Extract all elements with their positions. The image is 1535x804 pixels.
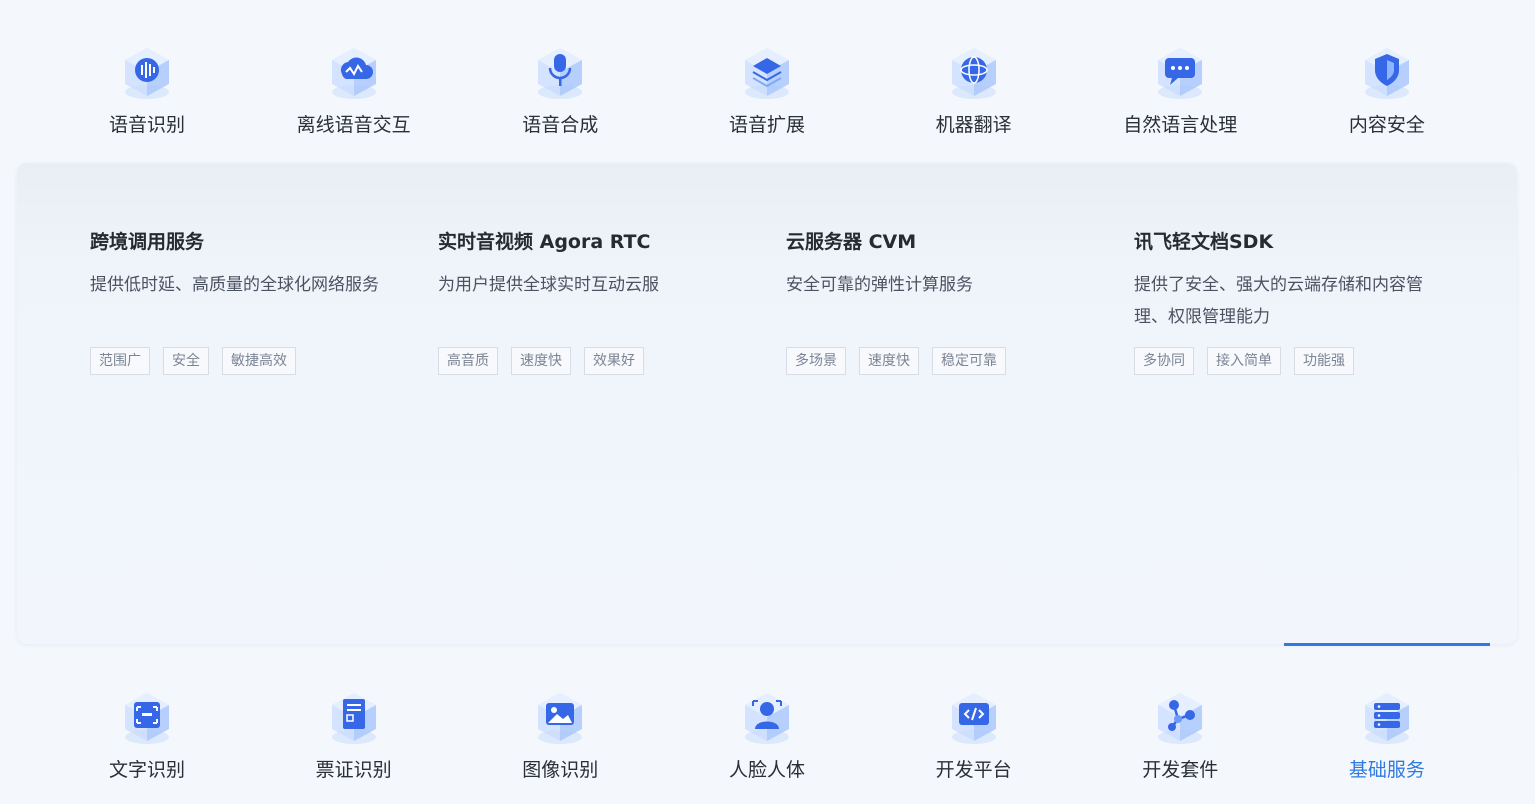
card-description: 提供低时延、高质量的全球化网络服务 xyxy=(90,275,379,295)
tag: 接入简单 xyxy=(1207,347,1281,375)
nav-label: 自然语言处理 xyxy=(1123,114,1238,136)
globe-icon xyxy=(951,48,996,99)
nav-item-offline-voice[interactable]: 离线语音交互 xyxy=(251,40,457,137)
server-stack-icon xyxy=(1364,693,1409,744)
nav-label: 语音扩展 xyxy=(728,114,805,136)
nav-label: 离线语音交互 xyxy=(296,114,411,136)
tag: 速度快 xyxy=(859,347,919,375)
nav-label: 内容安全 xyxy=(1348,114,1425,136)
nav-label: 图像识别 xyxy=(522,759,599,781)
code-screen-icon xyxy=(951,693,996,744)
nav-label: 文字识别 xyxy=(108,759,185,781)
top-category-nav: 语音识别 离线语音交互 语音合成 语音扩展 机器翻译 自然语言处理 内容安全 xyxy=(44,40,1490,137)
card-tags: 多场景 速度快 稳定可靠 xyxy=(786,347,1134,375)
nav-label: 语音识别 xyxy=(108,114,185,136)
nav-item-nlp[interactable]: 自然语言处理 xyxy=(1077,40,1283,137)
card-title[interactable]: 实时音视频 Agora RTC xyxy=(438,227,786,254)
nav-item-machine-translation[interactable]: 机器翻译 xyxy=(871,40,1077,137)
nav-item-dev-kit[interactable]: 开发套件 xyxy=(1077,685,1283,782)
nav-label: 语音合成 xyxy=(522,114,599,136)
card-title[interactable]: 跨境调用服务 xyxy=(90,227,438,254)
tag: 速度快 xyxy=(511,347,571,375)
image-icon xyxy=(538,693,583,744)
service-cards: 跨境调用服务 提供低时延、高质量的全球化网络服务 范围广 安全 敏捷高效 实时音… xyxy=(90,227,1490,375)
service-card[interactable]: 跨境调用服务 提供低时延、高质量的全球化网络服务 范围广 安全 敏捷高效 xyxy=(90,227,438,375)
offline-voice-icon xyxy=(331,48,376,99)
nav-label: 开发平台 xyxy=(935,759,1012,781)
nav-label: 基础服务 xyxy=(1348,759,1425,781)
tag: 安全 xyxy=(163,347,209,375)
nav-item-basic-services[interactable]: 基础服务 xyxy=(1283,643,1490,782)
nav-label: 票证识别 xyxy=(315,759,392,781)
nav-item-voice-recognition[interactable]: 语音识别 xyxy=(44,40,250,137)
card-tags: 高音质 速度快 效果好 xyxy=(438,347,786,375)
chat-bubble-icon xyxy=(1158,48,1203,99)
nav-item-ocr[interactable]: 文字识别 xyxy=(44,685,250,782)
receipt-icon xyxy=(331,693,376,744)
nav-item-speech-synthesis[interactable]: 语音合成 xyxy=(457,40,663,137)
tag: 范围广 xyxy=(90,347,150,375)
microphone-icon xyxy=(538,48,583,99)
tag: 高音质 xyxy=(438,347,498,375)
service-card[interactable]: 实时音视频 Agora RTC 为用户提供全球实时互动云服 高音质 速度快 效果… xyxy=(438,227,786,375)
service-detail-panel: 跨境调用服务 提供低时延、高质量的全球化网络服务 范围广 安全 敏捷高效 实时音… xyxy=(17,163,1517,644)
card-description: 为用户提供全球实时互动云服 xyxy=(438,275,659,295)
service-card[interactable]: 云服务器 CVM 安全可靠的弹性计算服务 多场景 速度快 稳定可靠 xyxy=(786,227,1134,375)
bottom-category-nav: 文字识别 票证识别 图像识别 人脸人体 开发平台 开发套件 基础服务 xyxy=(44,643,1490,782)
molecule-icon xyxy=(1158,693,1203,744)
nav-item-voice-extension[interactable]: 语音扩展 xyxy=(664,40,870,137)
face-icon xyxy=(744,693,789,744)
nav-item-dev-platform[interactable]: 开发平台 xyxy=(871,685,1077,782)
tag: 功能强 xyxy=(1294,347,1354,375)
nav-item-face-body[interactable]: 人脸人体 xyxy=(664,685,870,782)
nav-item-content-security[interactable]: 内容安全 xyxy=(1284,40,1490,137)
card-title[interactable]: 云服务器 CVM xyxy=(786,227,1134,254)
active-tab-indicator xyxy=(1283,643,1490,646)
nav-label: 人脸人体 xyxy=(728,759,805,781)
nav-item-receipt-recognition[interactable]: 票证识别 xyxy=(251,685,457,782)
card-description: 提供了安全、强大的云端存储和内容管理、权限管理能力 xyxy=(1134,275,1423,327)
card-description: 安全可靠的弹性计算服务 xyxy=(786,275,973,295)
tag: 多场景 xyxy=(786,347,846,375)
card-title[interactable]: 讯飞轻文档SDK xyxy=(1134,227,1482,254)
tag: 稳定可靠 xyxy=(932,347,1006,375)
service-card[interactable]: 讯飞轻文档SDK 提供了安全、强大的云端存储和内容管理、权限管理能力 多协同 接… xyxy=(1134,227,1482,375)
card-tags: 多协同 接入简单 功能强 xyxy=(1134,347,1482,375)
text-scan-icon xyxy=(125,693,169,744)
shield-icon xyxy=(1364,48,1409,99)
nav-label: 开发套件 xyxy=(1142,759,1219,781)
voice-recognition-icon xyxy=(125,48,169,99)
nav-label: 机器翻译 xyxy=(935,114,1012,136)
tag: 敏捷高效 xyxy=(222,347,296,375)
nav-item-image-recognition[interactable]: 图像识别 xyxy=(457,685,663,782)
tag: 效果好 xyxy=(584,347,644,375)
tag: 多协同 xyxy=(1134,347,1194,375)
card-tags: 范围广 安全 敏捷高效 xyxy=(90,347,438,375)
voice-extension-icon xyxy=(744,48,789,99)
